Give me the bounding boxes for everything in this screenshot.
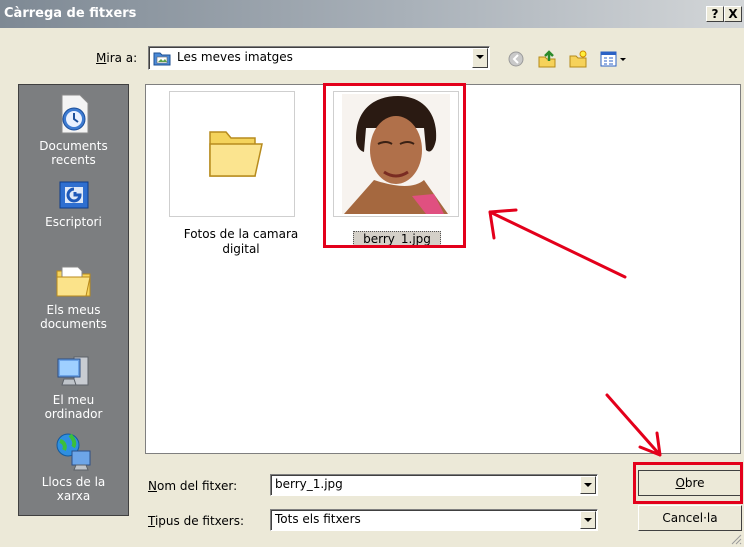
filename-value: berry_1.jpg <box>275 477 343 491</box>
look-in-value: Les meves imatges <box>177 50 293 64</box>
folder-label-line1: Fotos de la camara <box>183 227 299 241</box>
open-button[interactable]: Obre <box>638 470 742 496</box>
desktop-icon <box>59 181 88 209</box>
look-in-label: Mira a: <box>96 51 138 65</box>
view-menu-icon[interactable] <box>600 50 630 71</box>
filename-label: Nom del fitxer: <box>148 479 238 493</box>
places-computer-line1: El meu <box>52 393 95 407</box>
places-network[interactable]: Llocs de la xarxa <box>19 431 128 503</box>
places-network-line2: xarxa <box>56 489 91 503</box>
places-documents-line1: Els meus <box>46 303 101 317</box>
places-my-computer[interactable]: El meu ordinador <box>19 353 128 421</box>
filetype-value: Tots els fitxers <box>275 512 361 526</box>
image-label: berry_1.jpg <box>353 231 441 248</box>
places-recent-line1: Documents <box>39 139 108 153</box>
cancel-button[interactable]: Cancel·la <box>638 505 742 531</box>
image-item-berry[interactable]: berry_1.jpg <box>328 91 468 253</box>
recent-documents-icon <box>61 94 88 134</box>
places-recent-documents[interactable]: Documents recents <box>19 93 128 167</box>
folder-thumbnail <box>169 91 295 217</box>
folder-label-line2: digital <box>222 242 260 256</box>
up-folder-icon[interactable] <box>537 49 557 72</box>
filetype-select[interactable]: Tots els fitxers <box>270 509 598 531</box>
places-bar: Documents recents Escriptori Els meus do… <box>18 84 129 516</box>
places-documents-line2: documents <box>40 317 107 331</box>
filename-input[interactable]: berry_1.jpg <box>270 474 598 496</box>
filetype-dropdown-icon[interactable] <box>580 511 596 529</box>
network-places-icon <box>56 433 90 471</box>
places-desktop[interactable]: Escriptori <box>19 179 128 229</box>
folder-item-fotos[interactable]: Fotos de la camara digital <box>166 91 316 261</box>
chevron-down-icon[interactable] <box>472 48 488 68</box>
file-list-area: Fotos de la camara digital berry_1.jpg <box>145 84 741 454</box>
filename-dropdown-icon[interactable] <box>580 476 596 494</box>
new-folder-icon[interactable] <box>568 49 588 72</box>
file-upload-dialog: Càrrega de fitxers ? X Mira a: Les meves… <box>0 0 744 547</box>
filetype-label: Tipus de fitxers: <box>148 514 245 528</box>
places-my-documents[interactable]: Els meus documents <box>19 261 128 331</box>
places-recent-line2: recents <box>51 153 96 167</box>
portrait-photo-icon <box>342 94 450 214</box>
places-network-line1: Llocs de la <box>41 475 106 489</box>
title-bar: Càrrega de fitxers ? X <box>0 0 744 28</box>
my-documents-icon <box>56 266 91 297</box>
dialog-title: Càrrega de fitxers <box>4 6 137 21</box>
close-button[interactable]: X <box>724 6 742 22</box>
resize-grip-icon[interactable] <box>730 533 742 547</box>
image-thumbnail <box>333 91 459 217</box>
places-computer-line2: ordinador <box>44 407 103 421</box>
look-in-select[interactable]: Les meves imatges <box>148 46 490 70</box>
folder-icon <box>209 131 263 177</box>
places-desktop-line1: Escriptori <box>45 215 102 229</box>
my-computer-icon <box>57 356 88 386</box>
back-icon[interactable] <box>507 50 525 71</box>
pictures-folder-icon <box>153 50 171 69</box>
help-button[interactable]: ? <box>706 6 724 22</box>
